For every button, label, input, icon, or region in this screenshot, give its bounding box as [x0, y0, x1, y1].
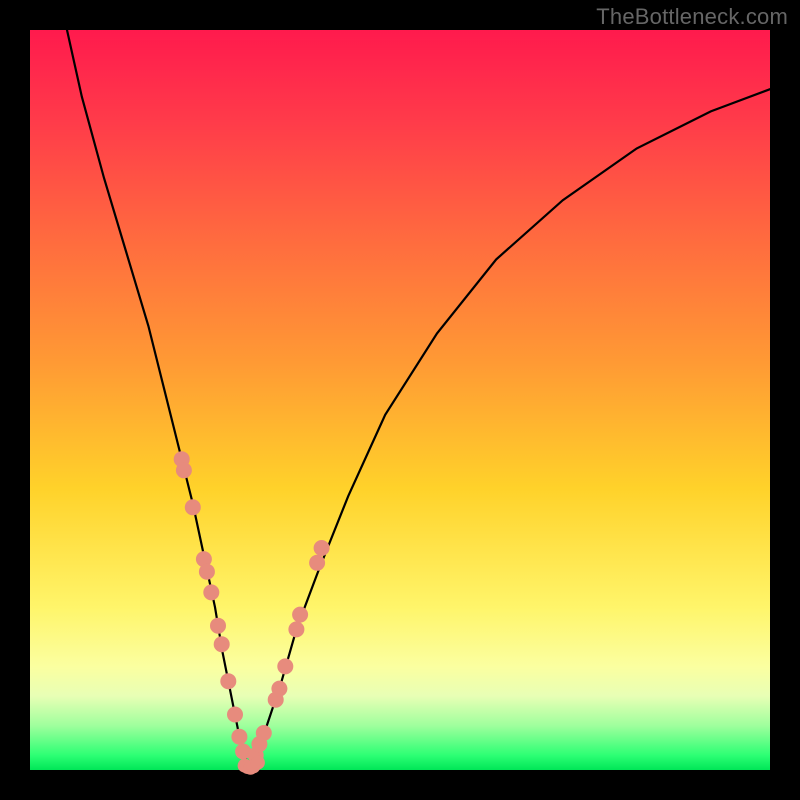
data-dot	[210, 618, 226, 634]
data-dot	[227, 707, 243, 723]
data-dot	[271, 681, 287, 697]
data-dot	[231, 729, 247, 745]
data-dot	[251, 756, 265, 770]
data-dot	[214, 636, 230, 652]
data-dot	[309, 555, 325, 571]
watermark-text: TheBottleneck.com	[596, 4, 788, 30]
data-dot	[203, 584, 219, 600]
curves-svg	[30, 30, 770, 770]
data-dot	[176, 462, 192, 478]
data-dot	[277, 658, 293, 674]
chart-frame: TheBottleneck.com	[0, 0, 800, 800]
data-dot	[185, 499, 201, 515]
data-dots	[174, 451, 330, 775]
data-dot	[199, 564, 215, 580]
data-dot	[288, 621, 304, 637]
data-dot	[256, 725, 272, 741]
data-dot	[292, 607, 308, 623]
curve-right-arm	[248, 89, 770, 770]
data-dot	[314, 540, 330, 556]
data-dot	[220, 673, 236, 689]
curve-left-arm	[67, 30, 248, 770]
plot-area	[30, 30, 770, 770]
